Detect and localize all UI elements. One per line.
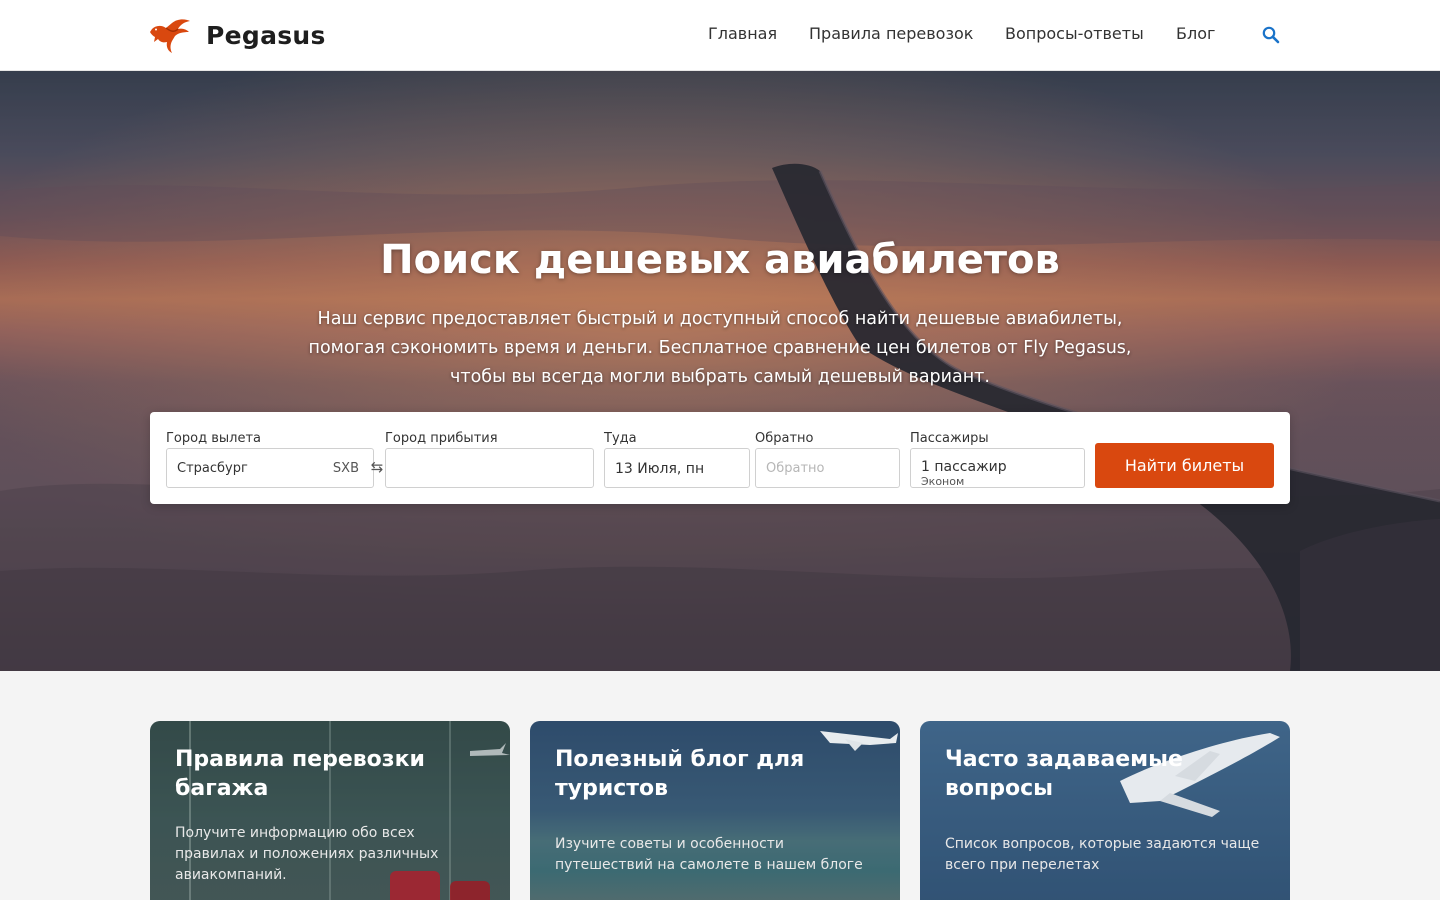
- from-city-value: Страсбург: [177, 461, 248, 476]
- hero-section: Поиск дешевых авиабилетов Наш сервис пре…: [0, 71, 1440, 671]
- nav-faq[interactable]: Вопросы-ответы: [1005, 24, 1144, 43]
- card-faq-text: Список вопросов, которые задаются чаще в…: [945, 836, 1260, 873]
- passengers-count: 1 пассажир: [921, 459, 1007, 475]
- nav-rules[interactable]: Правила перевозок: [809, 24, 973, 43]
- from-city-input[interactable]: Страсбург SXB: [166, 448, 374, 488]
- search-icon[interactable]: [1261, 25, 1281, 45]
- logo-link[interactable]: Pegasus: [148, 15, 326, 55]
- card-blog-title: Полезный блог для туристов: [555, 747, 805, 801]
- card-tourist-blog[interactable]: Полезный блог для туристов Изучите совет…: [530, 721, 900, 900]
- return-date-placeholder: Обратно: [766, 461, 825, 476]
- card-baggage-rules[interactable]: Правила перевозки багажа Получите информ…: [150, 721, 510, 900]
- passengers-label: Пассажиры: [910, 431, 989, 446]
- card-faq-title: Часто задаваемые вопросы: [945, 747, 1183, 801]
- from-label: Город вылета: [166, 431, 261, 446]
- flight-search-form: Город вылета Страсбург SXB ⇆ Город прибы…: [150, 412, 1290, 504]
- hero-description-line-1: Наш сервис предоставляет быстрый и досту…: [317, 309, 1123, 329]
- depart-label: Туда: [604, 431, 637, 446]
- return-date-input[interactable]: Обратно: [755, 448, 900, 488]
- brand-name: Pegasus: [206, 20, 326, 50]
- pegasus-logo-icon: [150, 19, 190, 53]
- nav-home[interactable]: Главная: [708, 24, 777, 43]
- travel-class: Эконом: [921, 475, 965, 488]
- hero-description-line-3: чтобы вы всегда могли выбрать самый деше…: [450, 367, 990, 387]
- to-city-input[interactable]: [385, 448, 594, 488]
- passengers-select[interactable]: 1 пассажир Эконом: [910, 448, 1085, 488]
- to-label: Город прибытия: [385, 431, 498, 446]
- depart-date-value: 13 Июля, пн: [615, 461, 705, 477]
- site-header: Pegasus Главная Правила перевозок Вопрос…: [0, 0, 1440, 71]
- return-label: Обратно: [755, 431, 814, 446]
- swap-icon[interactable]: ⇆: [368, 457, 386, 477]
- card-faq[interactable]: Часто задаваемые вопросы Список вопросов…: [920, 721, 1290, 900]
- card-baggage-text: Получите информацию обо всех правилах и …: [175, 825, 439, 883]
- card-blog-text: Изучите советы и особенности путешествий…: [555, 836, 863, 873]
- hero-title: Поиск дешевых авиабилетов: [380, 237, 1060, 283]
- find-tickets-button[interactable]: Найти билеты: [1095, 443, 1274, 488]
- hero-description-line-2: помогая сэкономить время и деньги. Беспл…: [308, 338, 1132, 358]
- card-baggage-title: Правила перевозки багажа: [175, 747, 425, 801]
- from-airport-code: SXB: [332, 461, 359, 476]
- nav-blog[interactable]: Блог: [1176, 24, 1215, 43]
- hero-description: Наш сервис предоставляет быстрый и досту…: [270, 305, 1170, 392]
- depart-date-input[interactable]: 13 Июля, пн: [604, 448, 750, 488]
